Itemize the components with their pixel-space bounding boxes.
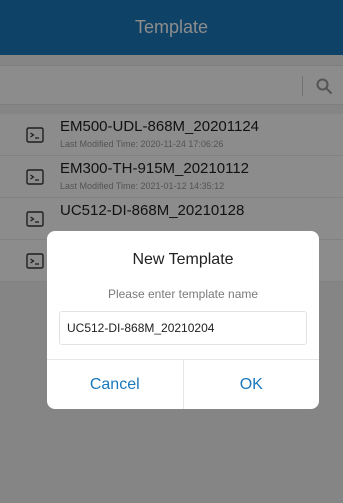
template-name-input[interactable] [59,311,307,345]
ok-button[interactable]: OK [182,360,320,409]
cancel-button[interactable]: Cancel [47,360,183,409]
dialog-title: New Template [132,251,234,268]
dialog-message: Please enter template name [107,287,259,301]
new-template-dialog: New Template Please enter template name … [47,231,319,409]
dialog-actions: Cancel OK [47,359,319,409]
